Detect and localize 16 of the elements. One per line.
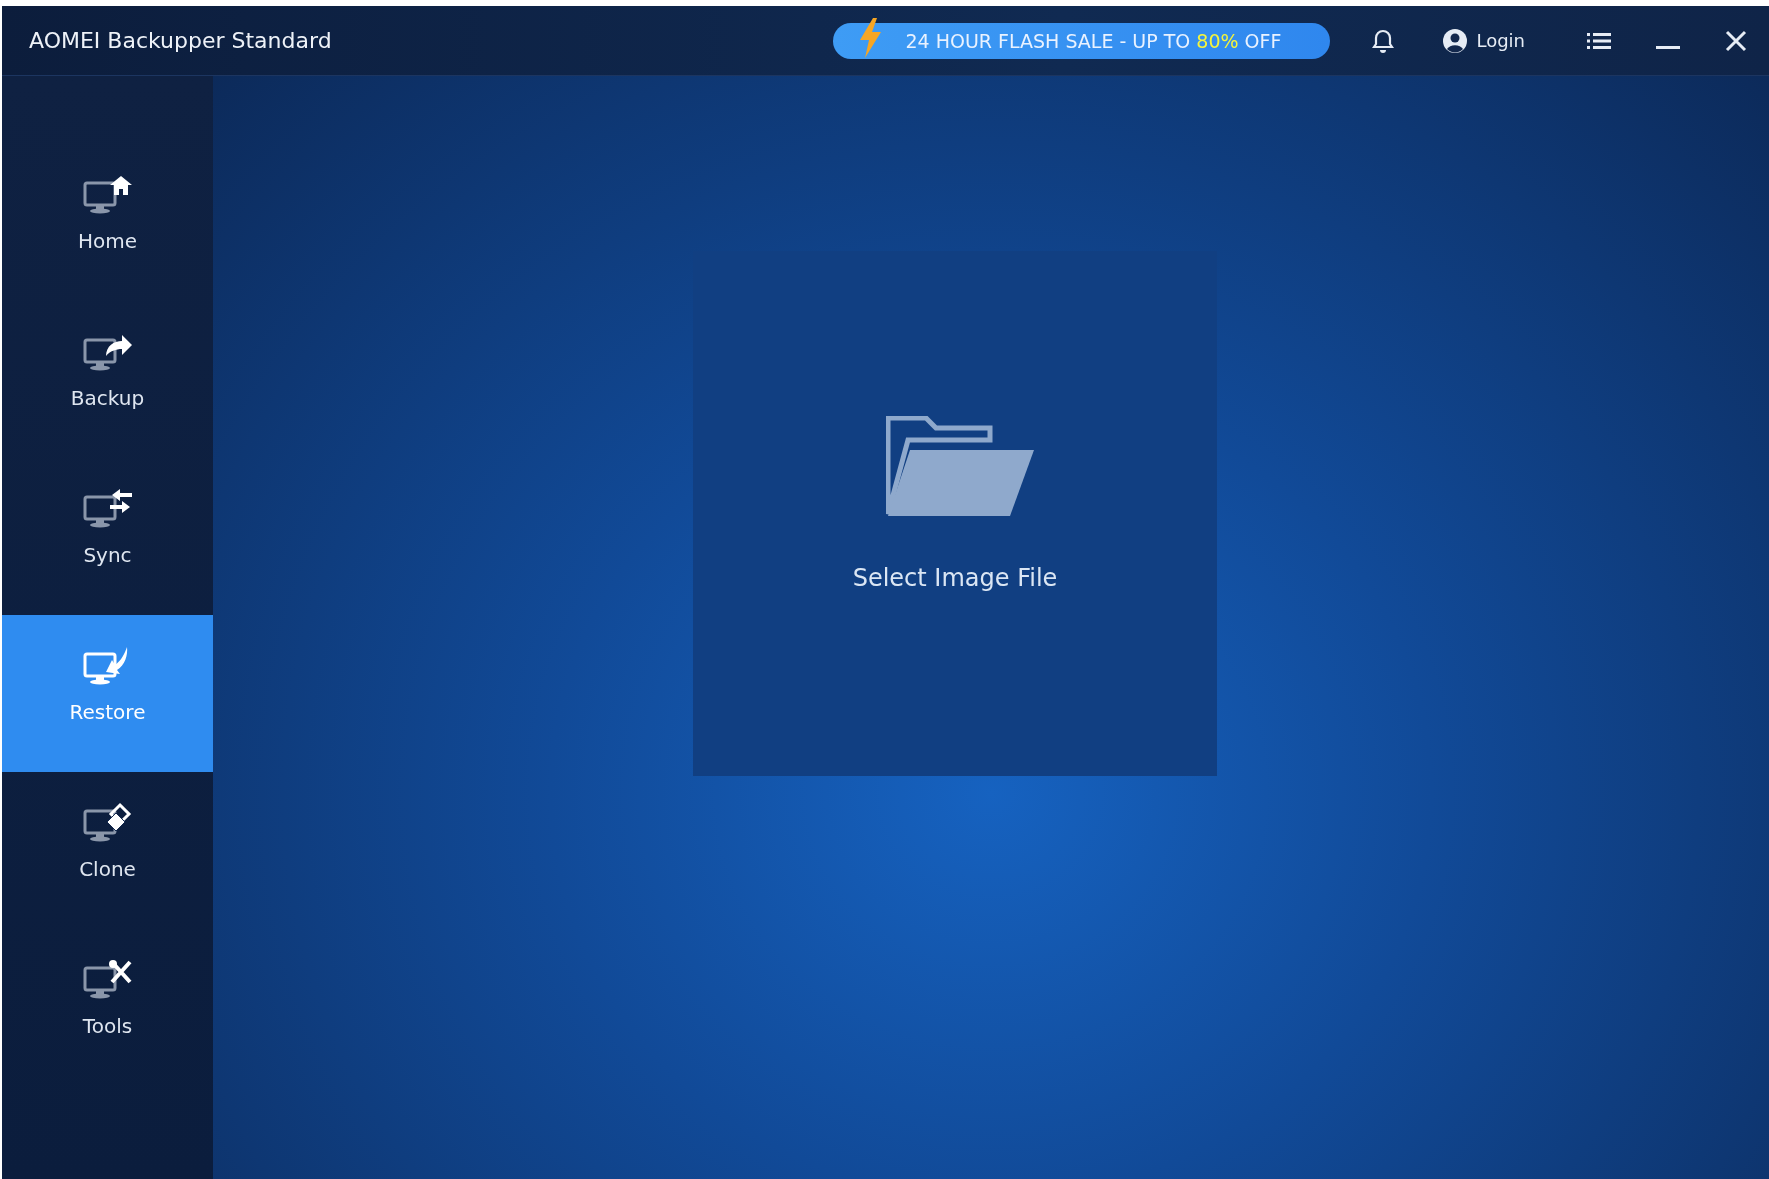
sidebar-item[interactable]: Sync: [2, 458, 213, 615]
sidebar-item[interactable]: Backup: [2, 301, 213, 458]
menu-icon[interactable]: [1587, 30, 1611, 51]
folder-icon: [886, 416, 1034, 518]
user-icon: [1442, 27, 1469, 54]
close-icon[interactable]: [1725, 29, 1747, 52]
sidebar-item[interactable]: Home: [2, 144, 213, 301]
monitor-diamond-icon: [81, 800, 134, 843]
sidebar-item[interactable]: Tools: [2, 929, 213, 1086]
select-image-file-button[interactable]: Select Image File: [693, 251, 1217, 776]
monitor-swap-arrows-icon: [81, 486, 134, 529]
sidebar-item[interactable]: Clone: [2, 772, 213, 929]
bell-icon[interactable]: [1372, 27, 1395, 54]
login-button[interactable]: Login: [1442, 27, 1525, 54]
monitor-wrench-icon: [81, 957, 134, 1000]
window-title: AOMEI Backupper Standard: [29, 28, 332, 53]
